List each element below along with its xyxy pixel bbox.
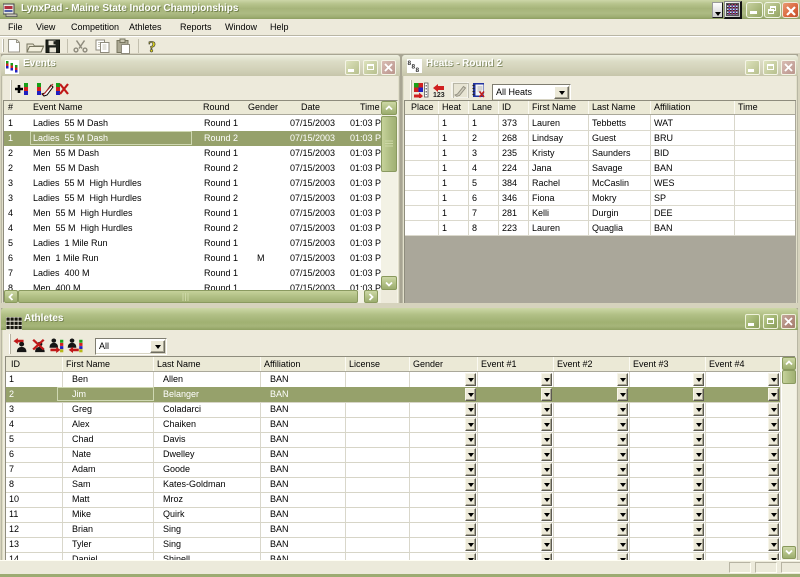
svg-text:123: 123 [433, 92, 445, 98]
svg-text:?: ? [148, 39, 156, 54]
svg-text:8: 8 [416, 67, 420, 73]
